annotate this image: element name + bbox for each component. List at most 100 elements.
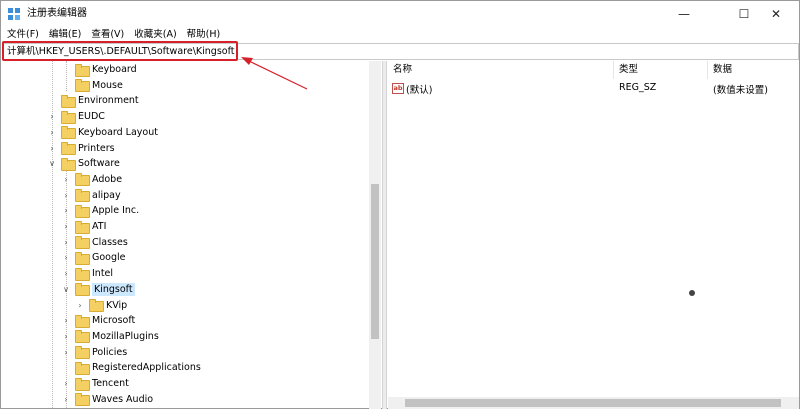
tree-node-policies[interactable]: › Policies bbox=[61, 345, 127, 360]
chevron-right-icon[interactable]: › bbox=[61, 347, 71, 357]
chevron-right-icon[interactable]: › bbox=[61, 269, 71, 279]
tree-node-label: ATI bbox=[92, 221, 107, 232]
tree-node-environment[interactable]: Environment bbox=[47, 93, 139, 108]
tree-node-software[interactable]: ∨ Software bbox=[47, 156, 120, 171]
tree-node-label: Environment bbox=[78, 95, 139, 107]
chevron-right-icon[interactable]: › bbox=[47, 112, 57, 122]
value-name: (默认) bbox=[406, 85, 433, 96]
value-type: REG_SZ bbox=[619, 82, 657, 93]
chevron-right-icon[interactable]: › bbox=[61, 331, 71, 341]
tree-node-keyboard[interactable]: Keyboard bbox=[61, 62, 137, 77]
tree-node-label: Keyboard Layout bbox=[78, 126, 158, 138]
column-header-name[interactable]: 名称 bbox=[388, 61, 614, 79]
tree-node-label: Microsoft bbox=[92, 315, 136, 327]
registry-tree: Keyboard Mouse Environment › EUDC › Keyboard L… bbox=[3, 61, 381, 409]
folder-icon bbox=[75, 314, 90, 328]
folder-icon bbox=[75, 330, 90, 344]
chevron-right-icon[interactable]: › bbox=[61, 316, 71, 326]
tree-node-microsoft[interactable]: › Microsoft bbox=[61, 313, 135, 328]
tree-node-adobe[interactable]: › Adobe bbox=[61, 172, 122, 187]
tree-node-kingsoft[interactable]: ∨ Kingsoft bbox=[61, 282, 135, 297]
tree-node-label: Software bbox=[78, 158, 120, 170]
tree-node-tencent[interactable]: › Tencent bbox=[61, 376, 129, 391]
folder-icon bbox=[75, 377, 90, 391]
folder-icon bbox=[61, 110, 76, 124]
tree-node-label: Printers bbox=[78, 142, 115, 154]
tree-node-alipay[interactable]: › alipay bbox=[61, 188, 121, 203]
chevron-right-icon[interactable]: › bbox=[61, 237, 71, 247]
folder-icon bbox=[75, 63, 90, 77]
tree-node-registeredapplications[interactable]: RegisteredApplications bbox=[61, 360, 201, 375]
registry-editor-window: 注册表编辑器 — ☐ ✕ 文件(F) 编辑(E) 查看(V) 收藏夹(A) 帮助… bbox=[0, 0, 800, 409]
chevron-right-icon[interactable]: › bbox=[75, 300, 85, 310]
menu-view[interactable]: 查看(V) bbox=[91, 28, 124, 42]
cursor-dot bbox=[689, 290, 695, 296]
tree-node-label: Policies bbox=[92, 346, 128, 358]
chevron-right-icon[interactable]: › bbox=[61, 206, 71, 216]
tree-node-label: Mouse bbox=[92, 79, 123, 91]
tree-node-label: Adobe bbox=[92, 173, 123, 185]
tree-node-ati[interactable]: › ATI bbox=[61, 219, 106, 234]
folder-icon bbox=[75, 283, 90, 297]
folder-icon bbox=[61, 142, 76, 155]
folder-icon bbox=[75, 189, 90, 203]
folder-icon bbox=[61, 157, 76, 171]
tree-node-label: Classes bbox=[92, 236, 128, 248]
tree-node-google[interactable]: › Google bbox=[61, 250, 126, 265]
chevron-right-icon[interactable]: › bbox=[61, 379, 71, 389]
tree-node-keyboard-layout[interactable]: › Keyboard Layout bbox=[47, 125, 158, 140]
value-row[interactable]: ab (默认) REG_SZ (数值未设置) bbox=[388, 81, 799, 97]
folder-icon bbox=[75, 220, 90, 234]
chevron-down-icon[interactable]: ∨ bbox=[47, 159, 57, 169]
folder-icon bbox=[75, 346, 90, 360]
tree-node-apple-inc-[interactable]: › Apple Inc. bbox=[61, 203, 139, 218]
pane-splitter[interactable] bbox=[382, 61, 387, 409]
values-scroll-thumb[interactable] bbox=[405, 399, 781, 407]
values-pane: 名称 类型 数据 ab (默认) REG_SZ (数值未设置) bbox=[388, 61, 799, 409]
folder-icon bbox=[75, 251, 90, 265]
minimize-button[interactable]: — bbox=[661, 1, 707, 27]
column-header-data[interactable]: 数据 bbox=[708, 61, 799, 79]
tree-node-label: Keyboard bbox=[92, 64, 137, 75]
column-header-type[interactable]: 类型 bbox=[614, 61, 708, 79]
folder-icon bbox=[75, 79, 90, 93]
tree-node-label: KVip bbox=[106, 299, 128, 311]
tree-node-intel[interactable]: › Intel bbox=[61, 266, 113, 281]
tree-node-label: RegisteredApplications bbox=[92, 362, 201, 374]
chevron-right-icon[interactable]: › bbox=[47, 127, 57, 137]
tree-scroll-thumb[interactable] bbox=[371, 184, 379, 339]
tree-node-waves-audio[interactable]: › Waves Audio bbox=[61, 392, 153, 407]
chevron-right-icon[interactable]: › bbox=[61, 190, 71, 200]
close-button[interactable]: ✕ bbox=[753, 1, 799, 27]
menu-favorites[interactable]: 收藏夹(A) bbox=[134, 28, 176, 42]
folder-icon bbox=[75, 236, 90, 250]
tree-node-mouse[interactable]: Mouse bbox=[61, 78, 123, 93]
chevron-right-icon[interactable]: › bbox=[61, 222, 71, 232]
folder-icon bbox=[61, 126, 76, 140]
menu-file[interactable]: 文件(F) bbox=[7, 28, 39, 42]
menu-edit[interactable]: 编辑(E) bbox=[49, 28, 81, 42]
title-bar: 注册表编辑器 — ☐ ✕ bbox=[1, 1, 799, 27]
tree-node-mozillaplugins[interactable]: › MozillaPlugins bbox=[61, 329, 159, 344]
chevron-down-icon[interactable]: ∨ bbox=[61, 284, 71, 294]
menu-help[interactable]: 帮助(H) bbox=[187, 28, 221, 42]
chevron-right-icon[interactable]: › bbox=[61, 174, 71, 184]
chevron-right-icon[interactable]: › bbox=[61, 394, 71, 404]
string-value-icon: ab bbox=[392, 83, 404, 94]
tree-node-kvip[interactable]: › KVip bbox=[75, 298, 127, 313]
tree-node-eudc[interactable]: › EUDC bbox=[47, 109, 105, 124]
folder-icon bbox=[75, 267, 90, 281]
chevron-right-icon[interactable]: › bbox=[61, 253, 71, 263]
registry-app-icon bbox=[8, 8, 20, 20]
folder-icon bbox=[75, 361, 90, 375]
tree-node-classes[interactable]: › Classes bbox=[61, 235, 128, 250]
tree-node-printers[interactable]: › Printers bbox=[47, 141, 115, 156]
chevron-right-icon[interactable]: › bbox=[47, 143, 57, 153]
folder-icon bbox=[61, 94, 76, 108]
tree-node-label: Kingsoft bbox=[92, 282, 135, 296]
tree-node-label: Tencent bbox=[92, 378, 129, 389]
folder-icon bbox=[75, 204, 90, 218]
